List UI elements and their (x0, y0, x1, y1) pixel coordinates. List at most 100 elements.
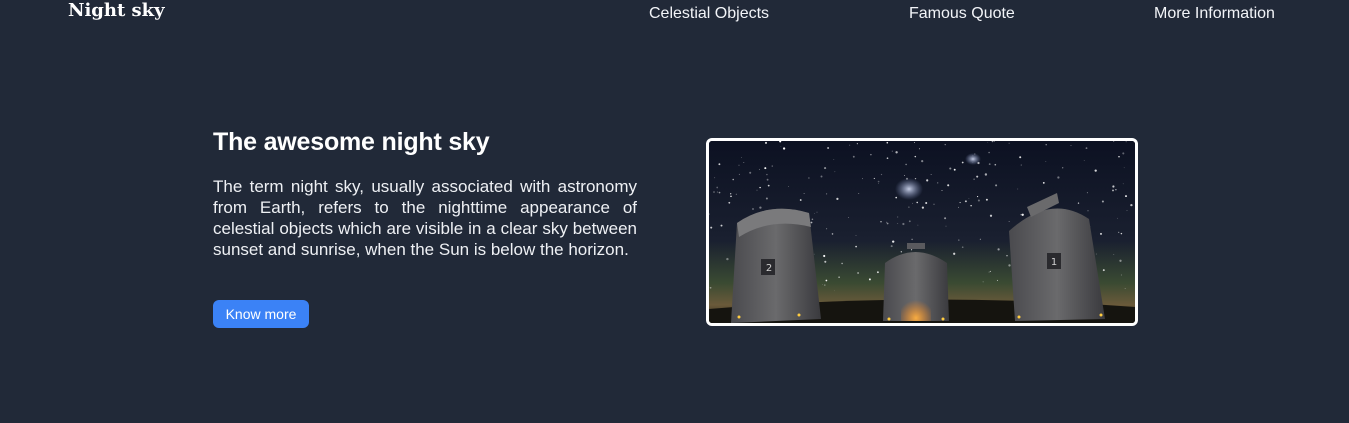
star (738, 164, 740, 166)
star (886, 221, 888, 223)
star (905, 163, 907, 166)
star (912, 202, 913, 204)
star (1120, 232, 1123, 235)
star (1019, 156, 1022, 159)
star (947, 184, 950, 187)
hero-title: The awesome night sky (213, 128, 490, 156)
star (767, 184, 770, 187)
star (914, 155, 917, 158)
star (982, 281, 984, 283)
star (730, 193, 732, 195)
star (977, 196, 979, 198)
star (945, 225, 947, 227)
star (988, 271, 990, 273)
nav-link-celestial-objects[interactable]: Celestial Objects (649, 4, 769, 24)
star (895, 196, 897, 199)
star (713, 191, 715, 193)
star (1113, 254, 1115, 255)
star (891, 150, 893, 152)
star (1070, 145, 1072, 147)
star (1008, 264, 1011, 267)
hero-description: The term night sky, usually associated w… (213, 177, 637, 259)
star (892, 240, 895, 243)
star (1115, 189, 1117, 191)
star (1117, 217, 1119, 219)
small-magellanic-cloud (965, 153, 981, 165)
star (816, 211, 818, 213)
star (766, 178, 769, 181)
star (732, 178, 734, 181)
star (758, 168, 761, 171)
star (728, 201, 731, 204)
star (1062, 167, 1064, 169)
star (1119, 259, 1122, 262)
star (838, 276, 840, 279)
nav-link-famous-quote[interactable]: Famous Quote (909, 4, 1015, 24)
star (1006, 254, 1008, 257)
star (833, 159, 835, 160)
star (759, 186, 761, 189)
star (752, 208, 754, 210)
star (1112, 189, 1114, 192)
star (1123, 167, 1125, 169)
star (823, 254, 826, 258)
star (741, 156, 742, 158)
star (1045, 143, 1047, 146)
star (1094, 169, 1097, 172)
star (953, 168, 956, 171)
star (918, 148, 921, 150)
star (970, 204, 972, 207)
star (996, 279, 998, 281)
star (1008, 142, 1010, 144)
star (709, 286, 712, 289)
star (868, 278, 871, 281)
nav-link-more-information[interactable]: More Information (1154, 4, 1275, 24)
star (834, 290, 835, 292)
star (1125, 195, 1127, 198)
star (718, 191, 721, 194)
star (855, 235, 857, 236)
star (856, 143, 858, 145)
telescope-left: 2 (731, 208, 821, 323)
star (877, 180, 880, 183)
star (716, 186, 719, 189)
star (925, 201, 928, 205)
star (988, 151, 990, 154)
star (764, 167, 767, 170)
star (720, 224, 723, 227)
star (1017, 188, 1019, 190)
star (824, 260, 827, 263)
star (979, 238, 981, 240)
star (824, 284, 826, 286)
star (897, 223, 899, 224)
star (921, 206, 924, 209)
page: Night sky Celestial Objects Famous Quote… (0, 0, 1349, 423)
star (917, 224, 919, 226)
star (913, 141, 915, 143)
star (961, 161, 964, 164)
star (1021, 213, 1024, 216)
star (1124, 287, 1126, 290)
star (857, 272, 860, 274)
star (855, 245, 857, 248)
star (782, 147, 786, 150)
star (756, 189, 758, 191)
star (858, 193, 860, 194)
star (984, 173, 988, 176)
star (876, 271, 879, 274)
star (890, 245, 893, 248)
star (836, 197, 839, 201)
star (820, 175, 823, 178)
star (726, 257, 729, 261)
brand-logo[interactable]: Night sky (68, 0, 165, 22)
star (1118, 155, 1120, 158)
star (880, 221, 882, 223)
star (1085, 147, 1088, 149)
know-more-button[interactable]: Know more (213, 300, 309, 328)
star (953, 252, 956, 255)
star (911, 249, 913, 251)
star (897, 216, 899, 218)
telescope-label-2: 2 (766, 263, 772, 274)
star (1126, 209, 1128, 211)
star (1118, 231, 1120, 233)
